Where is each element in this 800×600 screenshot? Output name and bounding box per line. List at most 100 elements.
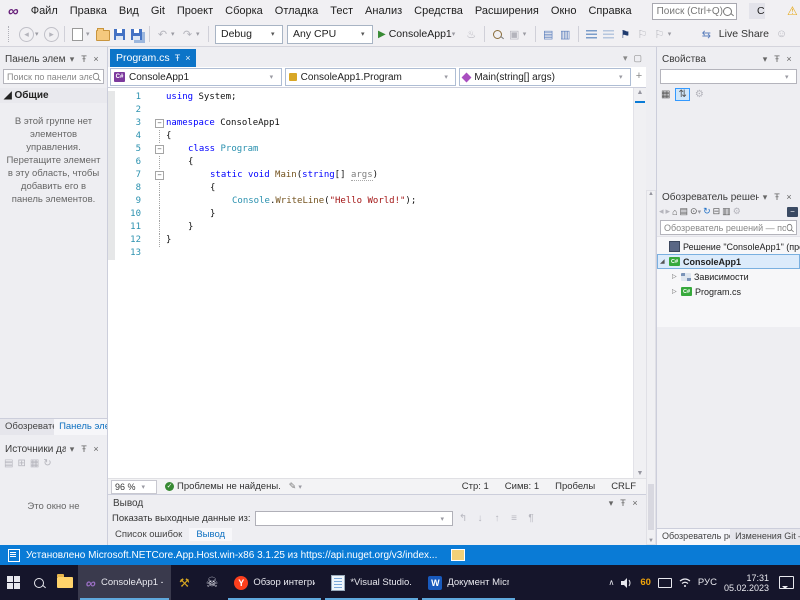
dock-scroll-up-icon[interactable]: ▲	[647, 191, 655, 197]
tab-git-changes[interactable]: Изменения Git — п...	[730, 529, 800, 546]
properties-wrench-icon[interactable]: ⚙	[695, 89, 704, 100]
se-refresh-icon[interactable]: ↻	[703, 206, 711, 217]
bookmark-icon[interactable]: ⚑	[617, 25, 634, 43]
open-file-icon[interactable]	[94, 25, 111, 43]
code-editor[interactable]: 1 using System; 2 3− namespace ConsoleApp1 4{…	[108, 88, 634, 478]
output-pin-icon[interactable]: Ŧ	[617, 498, 629, 508]
menu-item-Сборка[interactable]: Сборка	[219, 0, 269, 22]
code-line-7[interactable]: 7− static void Main(string[] args)	[108, 169, 634, 182]
output-window-menu-icon[interactable]: ▾	[605, 498, 617, 509]
scroll-up-icon[interactable]: ▲	[634, 89, 646, 96]
solution-explorer-close-icon[interactable]: ×	[783, 192, 795, 202]
dock-scroll-thumb[interactable]	[648, 484, 654, 530]
solution-explorer-search-input[interactable]: Обозреватель решений — поиск (Ctrl+»	[660, 220, 797, 235]
code-line-4[interactable]: 4{	[108, 130, 634, 143]
solution-configuration-select[interactable]: Debug ▾	[215, 24, 283, 44]
intellisense-dropdown-icon[interactable]: ▾	[523, 30, 531, 38]
code-line-6[interactable]: 6{	[108, 156, 634, 169]
next-message-icon[interactable]: ↑	[491, 513, 504, 524]
taskbar-button-Документ Microso...[interactable]: W Документ Microso...	[420, 565, 517, 600]
se-pending-changes-filter-icon[interactable]: ⊙▾	[690, 206, 701, 217]
navigate-backward-icon[interactable]: ◂	[19, 26, 34, 42]
menu-item-Тест[interactable]: Тест	[324, 0, 359, 22]
save-icon[interactable]	[111, 25, 128, 43]
start-debugging-button[interactable]: ▶ ConsoleApp1 ▾	[375, 25, 463, 43]
solution-explorer-window-menu-icon[interactable]: ▾	[759, 192, 771, 203]
new-item-dropdown-icon[interactable]: ▾	[86, 30, 94, 38]
navigate-backward-dropdown-icon[interactable]: ▾	[35, 30, 43, 38]
tab-toolbox[interactable]: Панель эле...	[54, 419, 107, 435]
intellisense-icon[interactable]: ▣	[506, 25, 523, 43]
toolbox-window-menu-icon[interactable]: ▾	[66, 54, 78, 65]
code-line-2[interactable]: 2	[108, 104, 634, 117]
se-back-icon[interactable]: ◂	[659, 206, 664, 217]
tree-item-Program.cs[interactable]: ▷ C# Program.cs	[657, 284, 800, 299]
se-collapse-all-icon[interactable]: ⊟	[713, 206, 721, 217]
undo-dropdown-icon[interactable]: ▾	[171, 30, 179, 38]
navigate-forward-icon[interactable]: ▸	[44, 26, 59, 42]
collapse-region-icon[interactable]: −	[155, 171, 164, 180]
prev-message-icon[interactable]: ↓	[474, 513, 487, 524]
collapse-region-icon[interactable]: −	[155, 119, 164, 128]
zoom-select[interactable]: 96 % ▾	[111, 479, 157, 494]
status-segment[interactable]: CRLF	[611, 481, 636, 492]
se-properties-wrench-icon[interactable]: ⚙	[733, 206, 741, 217]
refresh-data-source-icon[interactable]: ↻	[43, 458, 51, 469]
configure-data-source-icon[interactable]: ▦	[30, 458, 39, 469]
tree-expander-icon[interactable]: ◢	[660, 258, 669, 265]
bookmark-dropdown-icon[interactable]: ▾	[668, 30, 676, 38]
taskbar-button-skull-icon[interactable]: ☠	[198, 565, 227, 600]
tab-server-explorer[interactable]: Обозревате...	[0, 419, 54, 435]
tab-error-list[interactable]: Список ошибок	[108, 528, 189, 541]
code-line-10[interactable]: 10}	[108, 208, 634, 221]
solution-explorer-pin-icon[interactable]: Ŧ	[771, 192, 783, 202]
tree-item-Решение "ConsoleApp1" (проекты: 1 из 1)[interactable]: Решение "ConsoleApp1" (проекты: 1 из 1)	[657, 239, 800, 254]
solution-platform-select[interactable]: Any CPU ▾	[287, 24, 373, 44]
properties-pin-icon[interactable]: Ŧ	[771, 54, 783, 64]
tree-item-ConsoleApp1[interactable]: ◢ C# ConsoleApp1	[657, 254, 800, 269]
next-bookmark-icon[interactable]: ⚐	[651, 25, 668, 43]
properties-object-select[interactable]: ▾	[660, 69, 797, 84]
notification-warning-icon[interactable]: ⚠	[787, 4, 798, 18]
indent-decrease-icon[interactable]	[583, 25, 600, 43]
type-dropdown[interactable]: ConsoleApp1.Program ▾	[284, 68, 457, 86]
categorized-view-icon[interactable]: ▦	[661, 89, 670, 100]
project-dropdown[interactable]: C# ConsoleApp1 ▾	[110, 68, 282, 86]
active-files-dropdown-icon[interactable]: ▾	[623, 53, 628, 64]
menu-item-Правка[interactable]: Правка	[64, 0, 113, 22]
code-line-12[interactable]: 12}	[108, 234, 634, 247]
new-project-icon[interactable]	[69, 25, 86, 43]
properties-close-icon[interactable]: ×	[783, 54, 795, 64]
tab-program-cs[interactable]: Program.cs Ŧ ×	[110, 49, 197, 67]
code-line-3[interactable]: 3− namespace ConsoleApp1	[108, 117, 634, 130]
tray-chevron-icon[interactable]: ∧	[608, 578, 614, 587]
toolbar-grip[interactable]	[8, 26, 12, 42]
menu-item-Файл[interactable]: Файл	[25, 0, 64, 22]
code-line-9[interactable]: 9 Console.WriteLine("Hello World!");	[108, 195, 634, 208]
action-center-icon[interactable]	[779, 576, 794, 589]
clock[interactable]: 17:31 05.02.2023	[724, 573, 769, 593]
code-line-11[interactable]: 11}	[108, 221, 634, 234]
code-line-1[interactable]: 1 using System;	[108, 91, 634, 104]
redo-icon[interactable]: ↷	[179, 25, 196, 43]
editor-vertical-scrollbar[interactable]: ▲ ▼	[633, 88, 646, 478]
indent-increase-icon[interactable]	[600, 25, 617, 43]
taskbar-button-*Visual Studio.txt -...[interactable]: *Visual Studio.txt -...	[323, 565, 420, 600]
tab-solution-explorer[interactable]: Обозреватель реше...	[657, 529, 731, 546]
tree-item-Зависимости[interactable]: ▷ Зависимости	[657, 269, 800, 284]
toolbox-pin-icon[interactable]: Ŧ	[78, 54, 90, 64]
save-all-icon[interactable]	[128, 25, 145, 43]
menu-item-Расширения[interactable]: Расширения	[469, 0, 545, 22]
right-dock-scrollbar[interactable]: ▲ ▼	[646, 190, 656, 545]
se-forward-icon[interactable]: ▸	[666, 206, 671, 217]
feedback-smiley-icon[interactable]: ☺	[773, 25, 790, 43]
code-line-5[interactable]: 5− class Program	[108, 143, 634, 156]
menu-item-Окно[interactable]: Окно	[545, 0, 583, 22]
scroll-down-icon[interactable]: ▼	[634, 470, 646, 477]
edit-data-source-icon[interactable]: ⊞	[17, 458, 25, 469]
taskbar-search-button[interactable]	[26, 565, 52, 600]
clear-output-icon[interactable]: ≡	[508, 513, 521, 524]
edit-mode-pen-icon[interactable]: ✎	[289, 481, 297, 492]
se-switch-views-icon[interactable]: ▤	[680, 206, 689, 217]
speaker-icon[interactable]	[621, 577, 633, 588]
